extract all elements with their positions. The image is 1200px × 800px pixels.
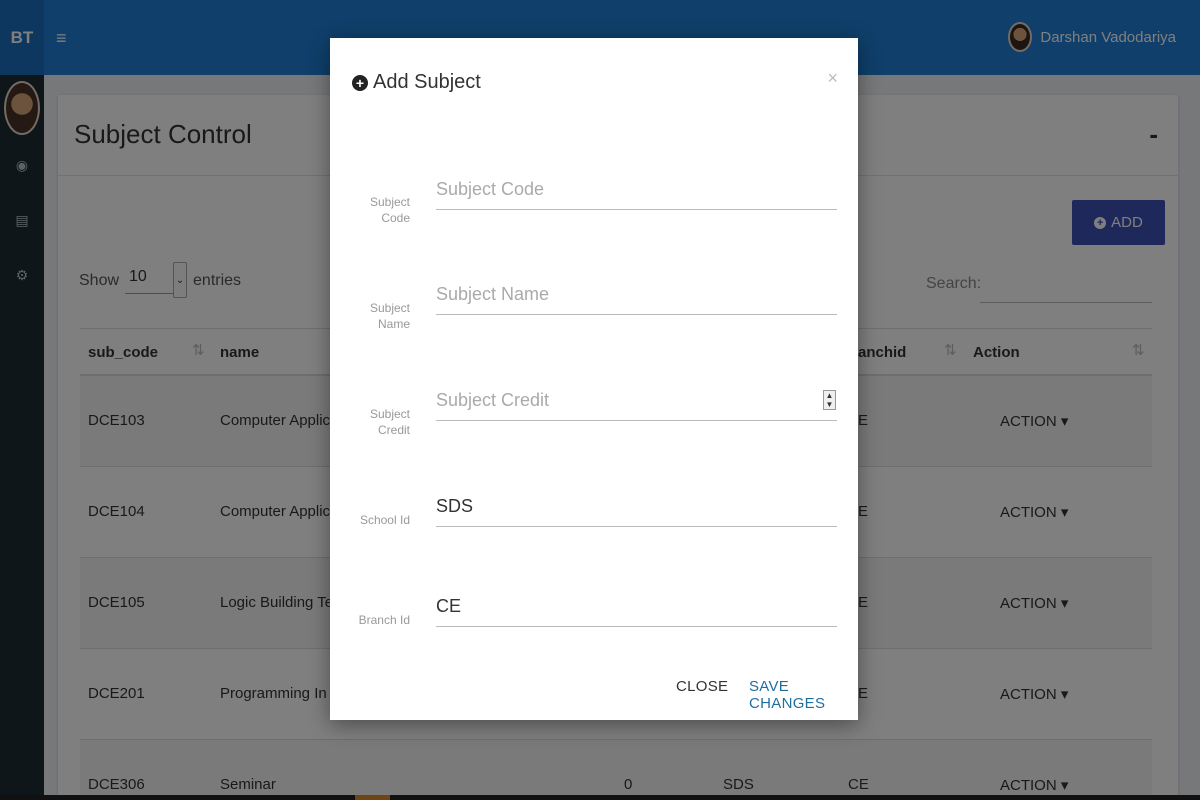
school-id-input[interactable] <box>436 491 837 527</box>
close-icon[interactable]: × <box>827 68 838 89</box>
subject-credit-input[interactable] <box>436 385 837 421</box>
subject-code-input[interactable] <box>436 174 837 210</box>
subject-credit-label: Subject Credit <box>369 407 410 437</box>
school-id-label: School Id <box>359 513 410 527</box>
number-spinner[interactable]: ▲ ▼ <box>823 390 836 410</box>
modal-title: + Add Subject <box>352 71 481 94</box>
branch-id-input[interactable] <box>436 591 837 627</box>
subject-name-input[interactable] <box>436 279 837 315</box>
subject-name-label: Subject Name <box>369 301 410 331</box>
plus-circle-icon: + <box>352 74 368 91</box>
save-changes-button[interactable]: SAVE CHANGES <box>749 678 858 712</box>
modal-title-text: Add Subject <box>373 71 481 93</box>
add-subject-modal: + Add Subject × SubjectCode SubjectName … <box>330 38 858 720</box>
subject-code-label: Subject Code <box>369 195 410 225</box>
branch-id-label: Branch Id <box>358 613 410 627</box>
close-button[interactable]: CLOSE <box>676 678 728 695</box>
